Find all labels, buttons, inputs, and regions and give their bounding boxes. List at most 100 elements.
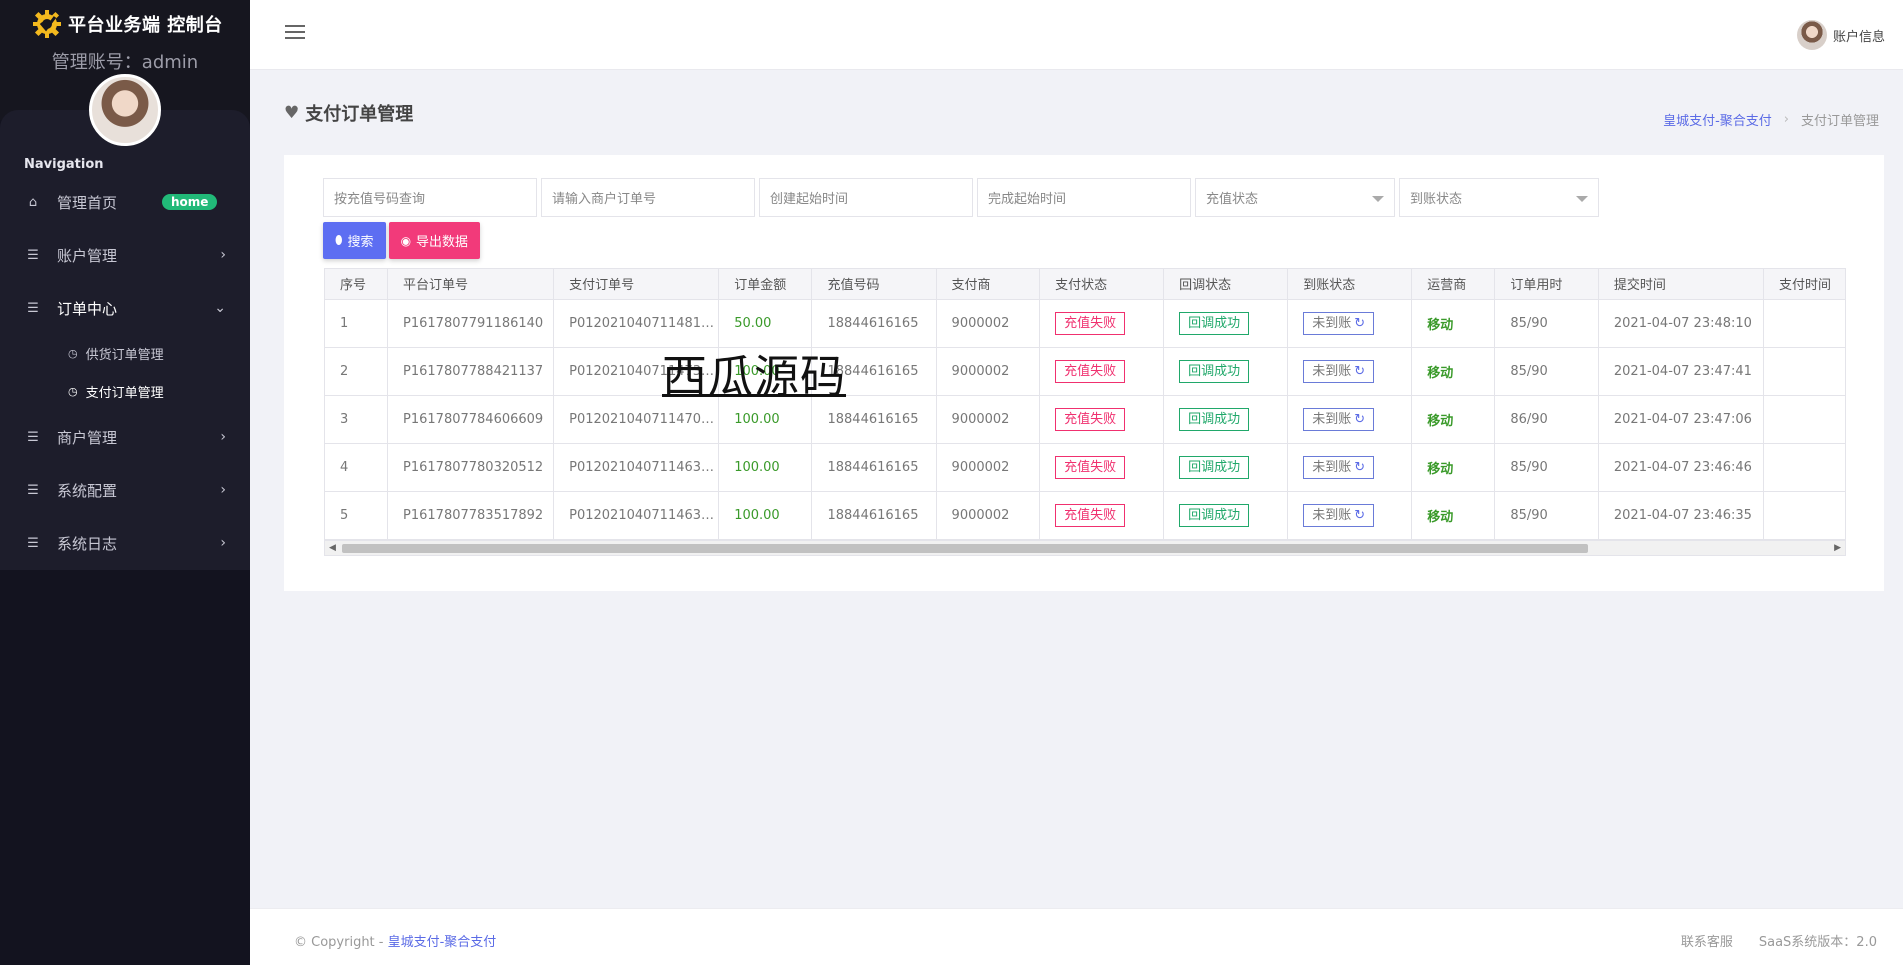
sidebar-item-orders[interactable]: ☰ 订单中心 ⌄ — [0, 288, 250, 328]
callback-status-badge: 回调成功 — [1179, 503, 1250, 527]
merchant-order-input[interactable]: 请输入商户订单号 — [541, 178, 755, 217]
account-menu[interactable]: 账户信息 — [1796, 20, 1885, 50]
pay-status-badge: 充值失败 — [1055, 311, 1126, 335]
search-button[interactable]: ⬮ 搜索 — [323, 222, 386, 259]
badge-label: 未到账 — [1312, 315, 1352, 331]
column-header: 运营商 — [1411, 269, 1496, 300]
sidebar-item-accounts[interactable]: ☰ 账户管理 › — [0, 235, 250, 275]
refresh-icon[interactable]: ↻ — [1354, 316, 1365, 331]
badge-label: 充值失败 — [1064, 363, 1117, 379]
cell-submit-time: 2021-04-07 23:47:41 — [1598, 347, 1764, 396]
recharge-status-select[interactable]: 充值状态 — [1195, 178, 1395, 217]
cell-pay-no: P0120210407114634… — [553, 491, 720, 540]
cell-amount: 100.00 — [718, 491, 813, 540]
filter-bar: 按充值号码查询 请输入商户订单号 创建起始时间 完成起始时间 充值状态 到账状态 — [323, 178, 1599, 217]
cell-platform-no: P1617807784606609 — [387, 395, 555, 444]
cell-operator: 移动 — [1411, 491, 1496, 540]
cell-pay-time — [1763, 443, 1845, 492]
cell-pay-time — [1763, 347, 1845, 396]
horizontal-scrollbar[interactable]: ◀ ▶ — [325, 540, 1845, 555]
export-button[interactable]: ◉ 导出数据 — [388, 222, 481, 259]
cell-platform-no: P1617807780320512 — [387, 443, 555, 492]
arrival-status-badge[interactable]: 未到账 ↻ — [1303, 359, 1375, 383]
badge-label: 未到账 — [1312, 411, 1352, 427]
heart-icon: ♥ — [284, 103, 300, 123]
sidebar-item-system-config[interactable]: ☰ 系统配置 › — [0, 470, 250, 510]
orders-table-container: 序号 平台订单号 支付订单号 订单金额 充值号码 支付商 支付状态 回调状态 到账状态 运营商 订单… — [324, 268, 1846, 556]
scroll-left-icon[interactable]: ◀ — [329, 543, 336, 553]
page-title-text: 支付订单管理 — [305, 104, 414, 125]
cell-arrival: 未到账 ↻ — [1287, 347, 1413, 396]
account-label: 账户信息 — [1832, 29, 1885, 45]
cell-provider: 9000002 — [936, 299, 1041, 348]
arrival-status-badge[interactable]: 未到账 ↻ — [1303, 455, 1375, 479]
sidebar-item-system-logs[interactable]: ☰ 系统日志 › — [0, 523, 250, 563]
page-title: ♥ 支付订单管理 — [284, 100, 413, 126]
refresh-icon[interactable]: ↻ — [1354, 508, 1365, 523]
badge-label: 充值失败 — [1064, 507, 1117, 523]
home-icon: ⌂ — [28, 194, 38, 210]
table-row[interactable]: 4 P1617807780320512 P0120210407114630… 100.… — [325, 443, 1845, 492]
finish-time-input[interactable]: 完成起始时间 — [977, 178, 1191, 217]
menu-toggle-icon[interactable] — [285, 25, 305, 41]
callback-status-badge: 回调成功 — [1179, 455, 1250, 479]
cell-arrival: 未到账 ↻ — [1287, 299, 1413, 348]
cell-pay-status: 充值失败 — [1039, 491, 1165, 540]
table-row[interactable]: 5 P1617807783517892 P0120210407114634… 100.… — [325, 491, 1845, 540]
copyright-link[interactable]: 皇城支付-聚合支付 — [388, 935, 497, 950]
cell-duration: 85/90 — [1494, 299, 1599, 348]
column-header: 序号 — [325, 269, 389, 300]
sidebar-item-label: 账户管理 — [57, 246, 118, 265]
footer: © Copyright - 皇城支付-聚合支付 联系客服 SaaS系统版本：2.… — [250, 908, 1903, 965]
cell-pay-status: 充值失败 — [1039, 443, 1165, 492]
cell-provider: 9000002 — [936, 491, 1041, 540]
cell-provider: 9000002 — [936, 443, 1041, 492]
contact-support-link[interactable]: 联系客服 — [1681, 931, 1733, 950]
cell-duration: 85/90 — [1494, 443, 1599, 492]
recharge-number-input[interactable]: 按充值号码查询 — [323, 178, 537, 217]
breadcrumb-link[interactable]: 皇城支付-聚合支付 — [1663, 110, 1772, 129]
arrival-status-badge[interactable]: 未到账 ↻ — [1303, 503, 1375, 527]
scrollbar-thumb[interactable] — [342, 544, 1588, 553]
cell-callback: 回调成功 — [1163, 443, 1289, 492]
badge-label: 未到账 — [1312, 507, 1352, 523]
badge-label: 充值失败 — [1064, 411, 1117, 427]
table-body: 1 P1617807791186140 P0120210407114810… 50.0… — [325, 299, 1845, 540]
breadcrumb: 皇城支付-聚合支付 › 支付订单管理 — [1663, 110, 1879, 129]
sidebar-item-merchants[interactable]: ☰ 商户管理 › — [0, 417, 250, 457]
list-icon: ☰ — [27, 482, 39, 498]
cell-pay-status: 充值失败 — [1039, 299, 1165, 348]
refresh-icon[interactable]: ↻ — [1354, 364, 1365, 379]
scroll-right-icon[interactable]: ▶ — [1834, 543, 1841, 553]
table-row[interactable]: 2 P1617807788421137 P0120210407114735… 100.… — [325, 347, 1845, 396]
table-row[interactable]: 1 P1617807791186140 P0120210407114810… 50.0… — [325, 299, 1845, 348]
brand[interactable]: 平台业务端 控制台 — [32, 9, 223, 39]
pay-status-badge: 充值失败 — [1055, 455, 1126, 479]
breadcrumb-current: 支付订单管理 — [1800, 114, 1879, 129]
arrival-status-badge[interactable]: 未到账 ↻ — [1303, 311, 1375, 335]
eye-icon: ◉ — [400, 233, 412, 248]
column-header: 提交时间 — [1598, 269, 1764, 300]
orders-card: 按充值号码查询 请输入商户订单号 创建起始时间 完成起始时间 充值状态 到账状态… — [284, 155, 1884, 591]
refresh-icon[interactable]: ↻ — [1354, 460, 1365, 475]
pay-status-badge: 充值失败 — [1055, 407, 1126, 431]
sidebar-subitem-payment-orders[interactable]: ◷ 支付订单管理 — [68, 377, 164, 405]
arrival-status-badge[interactable]: 未到账 ↻ — [1303, 407, 1375, 431]
arrival-status-select[interactable]: 到账状态 — [1399, 178, 1599, 217]
column-header: 支付时间 — [1763, 269, 1845, 300]
cell-pay-time — [1763, 299, 1845, 348]
sidebar-subitem-supply-orders[interactable]: ◷ 供货订单管理 — [68, 339, 164, 367]
column-header: 支付状态 — [1039, 269, 1165, 300]
admin-avatar[interactable] — [89, 74, 161, 146]
export-button-label: 导出数据 — [416, 235, 469, 250]
version-label: SaaS系统版本：2.0 — [1758, 935, 1877, 950]
cell-platform-no: P1617807788421137 — [387, 347, 555, 396]
create-time-input[interactable]: 创建起始时间 — [759, 178, 973, 217]
refresh-icon[interactable]: ↻ — [1354, 412, 1365, 427]
user-avatar — [1796, 20, 1827, 50]
chevron-right-icon: › — [220, 482, 226, 498]
cell-submit-time: 2021-04-07 23:46:46 — [1598, 443, 1764, 492]
table-row[interactable]: 3 P1617807784606609 P0120210407114706… 100.… — [325, 395, 1845, 444]
cell-submit-time: 2021-04-07 23:48:10 — [1598, 299, 1764, 348]
sidebar-item-home[interactable]: ⌂ 管理首页 home — [0, 182, 250, 222]
